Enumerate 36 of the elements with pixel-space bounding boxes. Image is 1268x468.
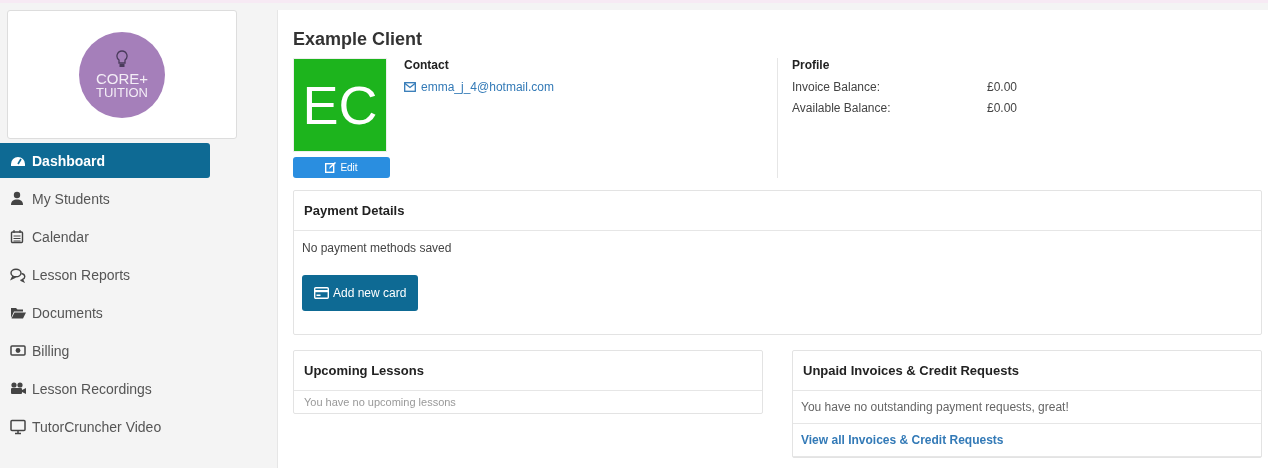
panel-message: No payment methods saved	[302, 241, 453, 255]
panel-title: Unpaid Invoices & Credit Requests	[793, 351, 1261, 391]
sidebar-item[interactable]: TutorCruncher Video	[0, 409, 210, 444]
balance-label: Invoice Balance:	[792, 80, 882, 94]
sidebar-item[interactable]: Lesson Reports	[0, 257, 210, 292]
edit-icon	[325, 162, 337, 173]
envelope-icon	[404, 82, 416, 92]
sidebar-item[interactable]: Calendar	[0, 219, 210, 254]
panel-title: Payment Details	[294, 191, 1261, 231]
balance-value: £0.00	[987, 101, 1018, 115]
balance-label: Available Balance:	[792, 101, 892, 115]
calendar-icon	[10, 228, 26, 245]
banknote-icon	[10, 342, 26, 359]
video-camera-icon	[10, 380, 26, 397]
monitor-icon	[10, 418, 26, 435]
person-icon	[10, 190, 26, 207]
balance-value: £0.00	[987, 80, 1018, 94]
section-heading: Contact	[404, 58, 450, 72]
add-card-button[interactable]: Add new card	[302, 275, 419, 311]
panel-message: You have no upcoming lessons	[303, 395, 457, 410]
avatar: EC	[293, 58, 387, 152]
logo: CORE+ TUITION	[79, 31, 165, 118]
sidebar-item[interactable]: Billing	[0, 333, 210, 368]
credit-card-icon	[314, 287, 329, 299]
panel-message: You have no outstanding payment requests, great!	[793, 391, 1261, 424]
lightbulb-icon	[116, 50, 128, 68]
panel-title: Upcoming Lessons	[294, 351, 762, 391]
sidebar-item[interactable]: Documents	[0, 295, 210, 330]
speech-bubbles-icon	[10, 266, 26, 283]
view-invoices-link[interactable]: View all Invoices & Credit Requests	[801, 433, 1004, 447]
sidebar-item[interactable]: Lesson Recordings	[0, 371, 210, 406]
sidebar-item[interactable]: My Students	[0, 181, 210, 216]
section-heading: Profile	[792, 58, 831, 72]
sidebar-item[interactable]: Dashboard	[0, 143, 210, 178]
client-name: Example Client	[293, 29, 424, 50]
email-link[interactable]: emma_j_4@hotmail.com	[421, 80, 554, 94]
